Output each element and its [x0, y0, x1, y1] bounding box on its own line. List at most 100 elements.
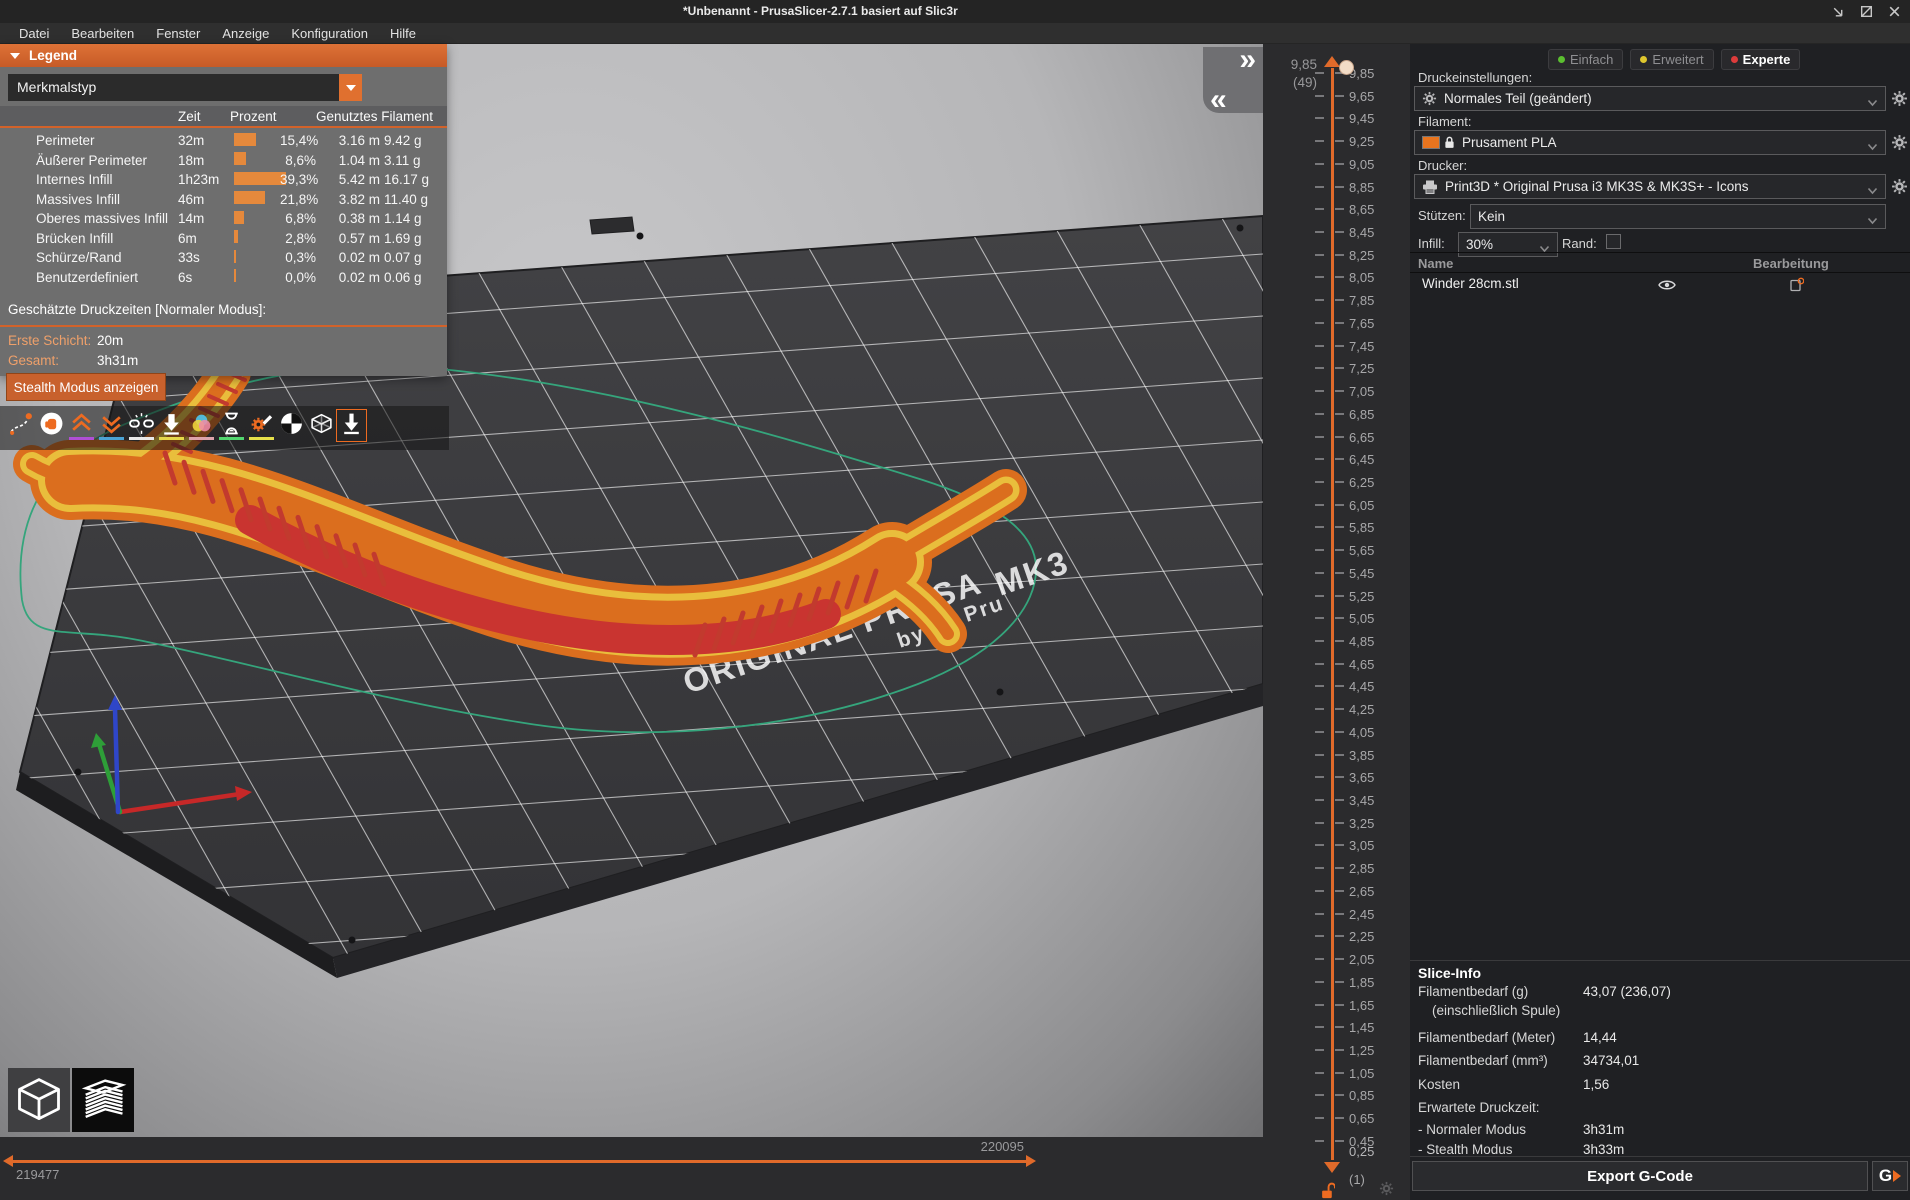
maximize-icon[interactable] [1859, 4, 1874, 19]
legend-color-underline [99, 437, 124, 440]
mode-erweitert[interactable]: Erweitert [1630, 49, 1713, 70]
shells-icon[interactable] [278, 411, 305, 440]
feature-type-dropdown-button[interactable] [339, 74, 362, 101]
layer-slider-top-arrow[interactable] [1324, 56, 1340, 67]
tick-mark [1335, 595, 1344, 597]
minimize-icon[interactable] [1831, 4, 1846, 19]
collapse-sidebar-button[interactable]: » « [1203, 47, 1263, 113]
tick-mark [1335, 913, 1344, 915]
printer-icon [1422, 180, 1438, 194]
close-icon[interactable] [1887, 4, 1902, 19]
slider-settings-gear-icon[interactable] [1379, 1181, 1394, 1196]
filament-grams: 16.17 g [380, 172, 447, 187]
layer-slider-bottom-value: 0,25 [1349, 1144, 1374, 1159]
menu-item-fenster[interactable]: Fenster [145, 23, 211, 44]
time-value: 18m [178, 153, 228, 168]
gcode-icon-button[interactable]: G [1872, 1161, 1908, 1191]
tick-mark [1315, 163, 1324, 165]
mode-einfach[interactable]: Einfach [1548, 49, 1623, 70]
tick-mark [1315, 913, 1324, 915]
tick-mark [1315, 390, 1324, 392]
filament-gear-button[interactable] [1891, 134, 1908, 151]
chevron-right-icon: » [1239, 44, 1256, 77]
tick-label: 8,05 [1349, 270, 1374, 285]
wireframe-box-icon[interactable] [308, 411, 335, 440]
brim-checkbox[interactable] [1606, 234, 1621, 249]
gcode-letter: G [1879, 1166, 1892, 1186]
printer-label: Drucker: [1418, 158, 1467, 173]
tick-label: 0,85 [1349, 1088, 1374, 1103]
slice-info-title: Slice-Info [1418, 965, 1481, 981]
tick-mark [1335, 685, 1344, 687]
percent-bar [234, 152, 246, 165]
seams-icon[interactable] [98, 411, 125, 440]
custom-gcode-icon[interactable] [248, 411, 275, 440]
print-settings-dropdown[interactable]: Normales Teil (geändert) [1414, 86, 1886, 111]
tick-mark [1335, 731, 1344, 733]
layer-slider-bottom-arrow[interactable] [1324, 1162, 1340, 1173]
supports-dropdown[interactable]: Kein [1470, 204, 1886, 229]
filament-grams: 0.06 g [380, 270, 447, 285]
tick-label: 1,05 [1349, 1066, 1374, 1081]
retractions-icon[interactable] [38, 411, 65, 440]
move-slider-right-arrow[interactable] [1026, 1155, 1036, 1167]
slice-info-label: - Normaler Modus [1418, 1122, 1526, 1137]
percent-bar-cell [228, 250, 280, 266]
col-percent: Prozent [230, 109, 277, 124]
layer-slider-track[interactable] [1331, 68, 1334, 1160]
tick-mark [1315, 208, 1324, 210]
mode-experte[interactable]: Experte [1721, 49, 1801, 70]
stealth-mode-button[interactable]: Stealth Modus anzeigen [6, 373, 166, 401]
menu-item-anzeige[interactable]: Anzeige [211, 23, 280, 44]
percent-value: 2,8% [280, 231, 324, 246]
editor-view-button[interactable] [8, 1068, 70, 1132]
filament-dropdown[interactable]: Prusament PLA [1414, 130, 1886, 155]
first-layer-value: 20m [97, 333, 123, 348]
printer-gear-button[interactable] [1891, 178, 1908, 195]
mode-selector: Einfach Erweitert Experte [1548, 49, 1800, 70]
tick-mark [1315, 117, 1324, 119]
tick-mark [1315, 504, 1324, 506]
percent-value: 0,0% [280, 270, 324, 285]
move-slider-track[interactable] [12, 1160, 1026, 1163]
time-value: 32m [178, 133, 228, 148]
time-value: 6m [178, 231, 228, 246]
legend-header[interactable]: Legend [0, 44, 447, 67]
deretractions-icon[interactable] [68, 411, 95, 440]
menu-item-bearbeiten[interactable]: Bearbeiten [60, 23, 145, 44]
tick-mark [1335, 1140, 1344, 1142]
unlock-icon[interactable] [1320, 1182, 1335, 1199]
eye-icon[interactable] [1658, 278, 1676, 291]
wipe-icon[interactable] [128, 411, 155, 440]
layer-slider-handle[interactable] [1339, 60, 1354, 75]
sidebar: EinfachErweitertExperte Druckeinstellung… [1410, 44, 1910, 1200]
tick-mark [1315, 1117, 1324, 1119]
feature-type-dropdown[interactable]: Merkmalstyp [8, 74, 339, 101]
color-changes-icon[interactable] [158, 411, 185, 440]
tick-mark [1315, 1094, 1324, 1096]
object-list-row[interactable]: Winder 28cm.stl [1410, 274, 1910, 296]
percent-value: 21,8% [280, 192, 324, 207]
tool-changes-icon[interactable] [188, 411, 215, 440]
tick-mark [1315, 640, 1324, 642]
travel-moves-icon[interactable] [8, 411, 35, 440]
menu-item-datei[interactable]: Datei [8, 23, 60, 44]
tick-mark [1335, 958, 1344, 960]
filament-meters: 3.16 m [324, 133, 380, 148]
tick-label: 5,85 [1349, 520, 1374, 535]
tick-label: 2,85 [1349, 861, 1374, 876]
object-name: Winder 28cm.stl [1422, 276, 1519, 291]
percent-bar [234, 230, 238, 243]
printer-dropdown[interactable]: Print3D * Original Prusa i3 MK3S & MK3S+… [1414, 174, 1886, 199]
edit-icon[interactable] [1790, 277, 1804, 292]
preview-view-button[interactable] [72, 1068, 134, 1132]
menu-item-hilfe[interactable]: Hilfe [379, 23, 427, 44]
tick-label: 1,85 [1349, 975, 1374, 990]
menu-item-konfiguration[interactable]: Konfiguration [280, 23, 379, 44]
arrow-down-icon[interactable] [338, 411, 365, 440]
tick-label: 3,25 [1349, 816, 1374, 831]
pause-prints-icon[interactable] [218, 411, 245, 440]
filament-meters: 0.57 m [324, 231, 380, 246]
export-gcode-button[interactable]: Export G-Code [1412, 1161, 1868, 1191]
print-settings-gear-button[interactable] [1891, 90, 1908, 107]
